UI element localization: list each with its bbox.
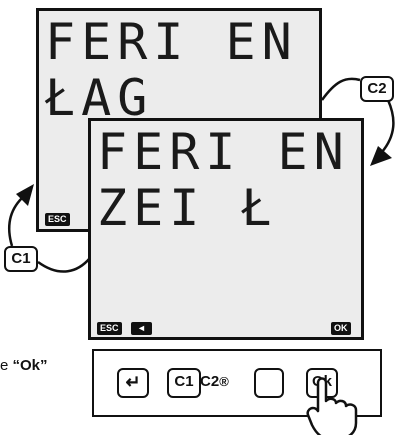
- lcd-line-1: FERI EN: [97, 123, 350, 181]
- keypad-panel: ↵ C1 C2® Ok: [92, 349, 382, 435]
- softkey-esc[interactable]: ESC: [97, 322, 122, 335]
- c1-label: C1: [174, 373, 194, 390]
- lcd-line-2: ZEI Ł: [97, 179, 278, 237]
- callout-c2: C2: [360, 76, 394, 102]
- instruction-text: e “Ok”: [0, 357, 48, 374]
- softkey-esc[interactable]: ESC: [45, 213, 70, 226]
- hand-pointer-icon: [306, 377, 358, 435]
- lcd-line-2: ŁAG: [45, 69, 154, 127]
- c2-label: C2: [200, 373, 220, 390]
- c1-button[interactable]: C1: [167, 368, 201, 398]
- enter-button[interactable]: ↵: [117, 368, 149, 398]
- instruction-ok: “Ok”: [12, 357, 48, 374]
- lcd-line-1: FERI EN: [45, 13, 298, 71]
- instruction-prefix: e: [0, 357, 13, 374]
- enter-icon: ↵: [125, 372, 141, 392]
- callout-c1: C1: [4, 246, 38, 272]
- registered-icon: ®: [219, 374, 229, 389]
- softkey-left[interactable]: ◄: [131, 322, 152, 335]
- lcd-screen-front: FERI EN ZEI Ł ESC ◄ OK: [88, 118, 364, 340]
- blank-button[interactable]: [254, 368, 284, 398]
- softkey-ok[interactable]: OK: [331, 322, 351, 335]
- c2-button[interactable]: C2®: [200, 373, 229, 390]
